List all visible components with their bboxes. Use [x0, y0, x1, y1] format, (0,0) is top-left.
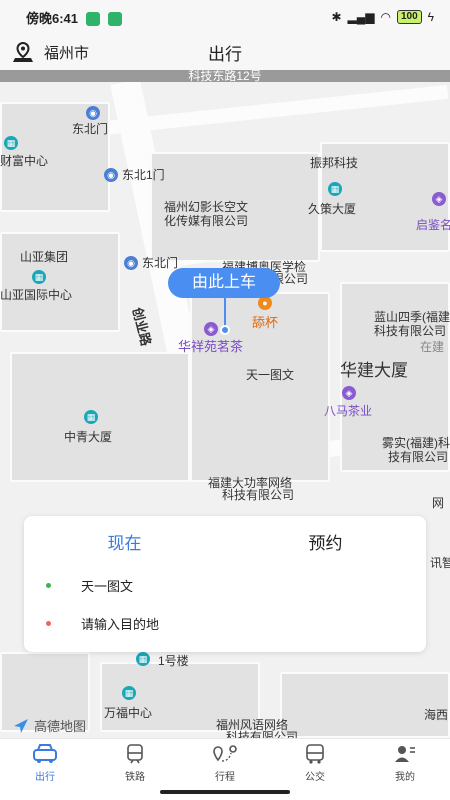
- poi-tea-icon: ◈: [342, 386, 356, 400]
- poi-label[interactable]: 讯智: [430, 556, 450, 570]
- poi-building-icon: ▦: [328, 182, 342, 196]
- poi-tea-icon: ◈: [204, 322, 218, 336]
- tab-label: 我的: [395, 771, 415, 783]
- map-block: [280, 672, 450, 738]
- road-label: 创业路: [129, 305, 154, 348]
- poi-label[interactable]: 山亚集团: [20, 250, 68, 264]
- poi-building-icon: ▦: [136, 652, 150, 666]
- building-label[interactable]: 华建大厦: [340, 356, 408, 381]
- route-icon: [213, 744, 237, 762]
- tab-trip[interactable]: 行程: [180, 739, 270, 786]
- taxi-icon: [33, 743, 57, 763]
- origin-dot-icon: [46, 582, 51, 588]
- poi-label[interactable]: 万福中心: [104, 706, 152, 720]
- poi-label[interactable]: 1号楼: [158, 654, 189, 668]
- poi-label[interactable]: 科技有限公司: [226, 730, 298, 738]
- tab-reserve[interactable]: 预约: [225, 529, 426, 554]
- tab-taxi[interactable]: 出行: [0, 739, 90, 786]
- poi-label[interactable]: 科技有限公司: [222, 488, 294, 502]
- destination-input[interactable]: 请输入目的地: [81, 614, 159, 633]
- amap-logo-icon: [14, 718, 28, 733]
- poi-gate-icon: ◉: [124, 256, 138, 270]
- notification-app-icon: [86, 12, 101, 26]
- city-label: 福州市: [44, 44, 90, 62]
- bluetooth-icon: ✱: [331, 10, 342, 24]
- origin-row[interactable]: 天一图文: [24, 566, 426, 604]
- header: 出行 福州市: [0, 34, 450, 70]
- poi-label[interactable]: 久策大厦: [308, 202, 356, 216]
- charging-icon: ϟ: [427, 10, 434, 24]
- status-indicators: ✱ ▂▄▆ ◠ 100 ϟ: [331, 10, 434, 24]
- poi-building-icon: ▦: [32, 270, 46, 284]
- train-icon: [127, 743, 143, 763]
- poi-pin-icon: ●: [258, 296, 272, 310]
- tab-label: 公交: [305, 771, 325, 783]
- origin-text: 天一图文: [81, 578, 134, 594]
- tab-profile[interactable]: 我的: [360, 739, 450, 786]
- poi-shop-icon: ◈: [432, 192, 446, 206]
- poi-label[interactable]: 网: [432, 496, 444, 510]
- bottom-tab-bar: 出行 铁路 行程 公交 我的: [0, 738, 450, 786]
- map-block: [0, 232, 120, 332]
- poi-label[interactable]: 雾实(福建)科: [382, 436, 450, 450]
- poi-label[interactable]: 八马茶业: [324, 404, 372, 418]
- poi-gate-icon: ◉: [104, 168, 118, 182]
- ride-panel: 现在 预约 天一图文 请输入目的地: [24, 516, 426, 652]
- poi-label[interactable]: 山亚国际中心: [0, 288, 72, 302]
- poi-label[interactable]: 天一图文: [246, 368, 294, 382]
- pickup-pin-dot: [220, 325, 230, 335]
- poi-label[interactable]: 东北门: [72, 122, 108, 136]
- status-time: 傍晚6:41: [26, 10, 79, 26]
- location-pin-icon: [13, 41, 33, 62]
- poi-label[interactable]: 财富中心: [0, 154, 48, 168]
- watermark-label: 高德地图: [34, 719, 87, 734]
- destination-dot-icon: [46, 620, 51, 626]
- city-selector[interactable]: 福州市: [12, 41, 89, 63]
- tab-train[interactable]: 铁路: [90, 739, 180, 786]
- home-indicator[interactable]: [160, 790, 290, 794]
- poi-label[interactable]: 东北1门: [122, 168, 165, 182]
- poi-label[interactable]: 启鉴名: [416, 218, 450, 232]
- poi-label[interactable]: 东北门: [142, 256, 178, 270]
- poi-label[interactable]: 技有限公司: [388, 450, 448, 464]
- poi-label[interactable]: 化传媒有限公司: [164, 214, 248, 228]
- poi-label[interactable]: 华祥苑茗茶: [178, 340, 243, 354]
- poi-building-icon: ▦: [122, 686, 136, 700]
- poi-building-icon: ▦: [84, 410, 98, 424]
- wifi-icon: ◠: [380, 10, 391, 24]
- poi-label[interactable]: 在建: [420, 340, 444, 354]
- tab-now[interactable]: 现在: [24, 529, 225, 554]
- profile-icon: [395, 745, 415, 762]
- tab-label: 铁路: [125, 771, 145, 783]
- map-block: [10, 352, 190, 482]
- ride-tabs: 现在 预约: [24, 516, 426, 566]
- notification-app-icon: [108, 12, 123, 26]
- poi-building-icon: ▦: [4, 136, 18, 150]
- tab-bus[interactable]: 公交: [270, 739, 360, 786]
- pickup-marker-label[interactable]: 由此上车: [168, 268, 281, 298]
- poi-label[interactable]: 科技有限公司: [374, 324, 446, 338]
- poi-label[interactable]: 振邦科技: [310, 156, 358, 170]
- signal-icon: ▂▄▆: [347, 10, 375, 24]
- poi-gate-icon: ◉: [86, 106, 100, 120]
- status-bar: 傍晚6:41 ✱ ▂▄▆ ◠ 100 ϟ: [0, 0, 450, 34]
- poi-label[interactable]: 海西: [424, 708, 448, 722]
- map-watermark: 高德地图: [12, 716, 86, 735]
- poi-label[interactable]: 中青大厦: [64, 430, 112, 444]
- poi-label[interactable]: 舔杯: [252, 316, 278, 330]
- bus-icon: [306, 743, 324, 764]
- tab-label: 行程: [215, 771, 235, 783]
- poi-label[interactable]: 蓝山四季(福建: [374, 310, 450, 324]
- address-banner: 科技东路12号: [0, 70, 450, 82]
- pickup-pin-line: [224, 298, 226, 328]
- destination-row[interactable]: 请输入目的地: [24, 604, 426, 642]
- battery-icon: 100: [396, 10, 422, 24]
- page-title: 出行: [208, 44, 242, 64]
- tab-label: 出行: [35, 771, 55, 783]
- poi-label[interactable]: 福州幻影长空文: [164, 200, 248, 214]
